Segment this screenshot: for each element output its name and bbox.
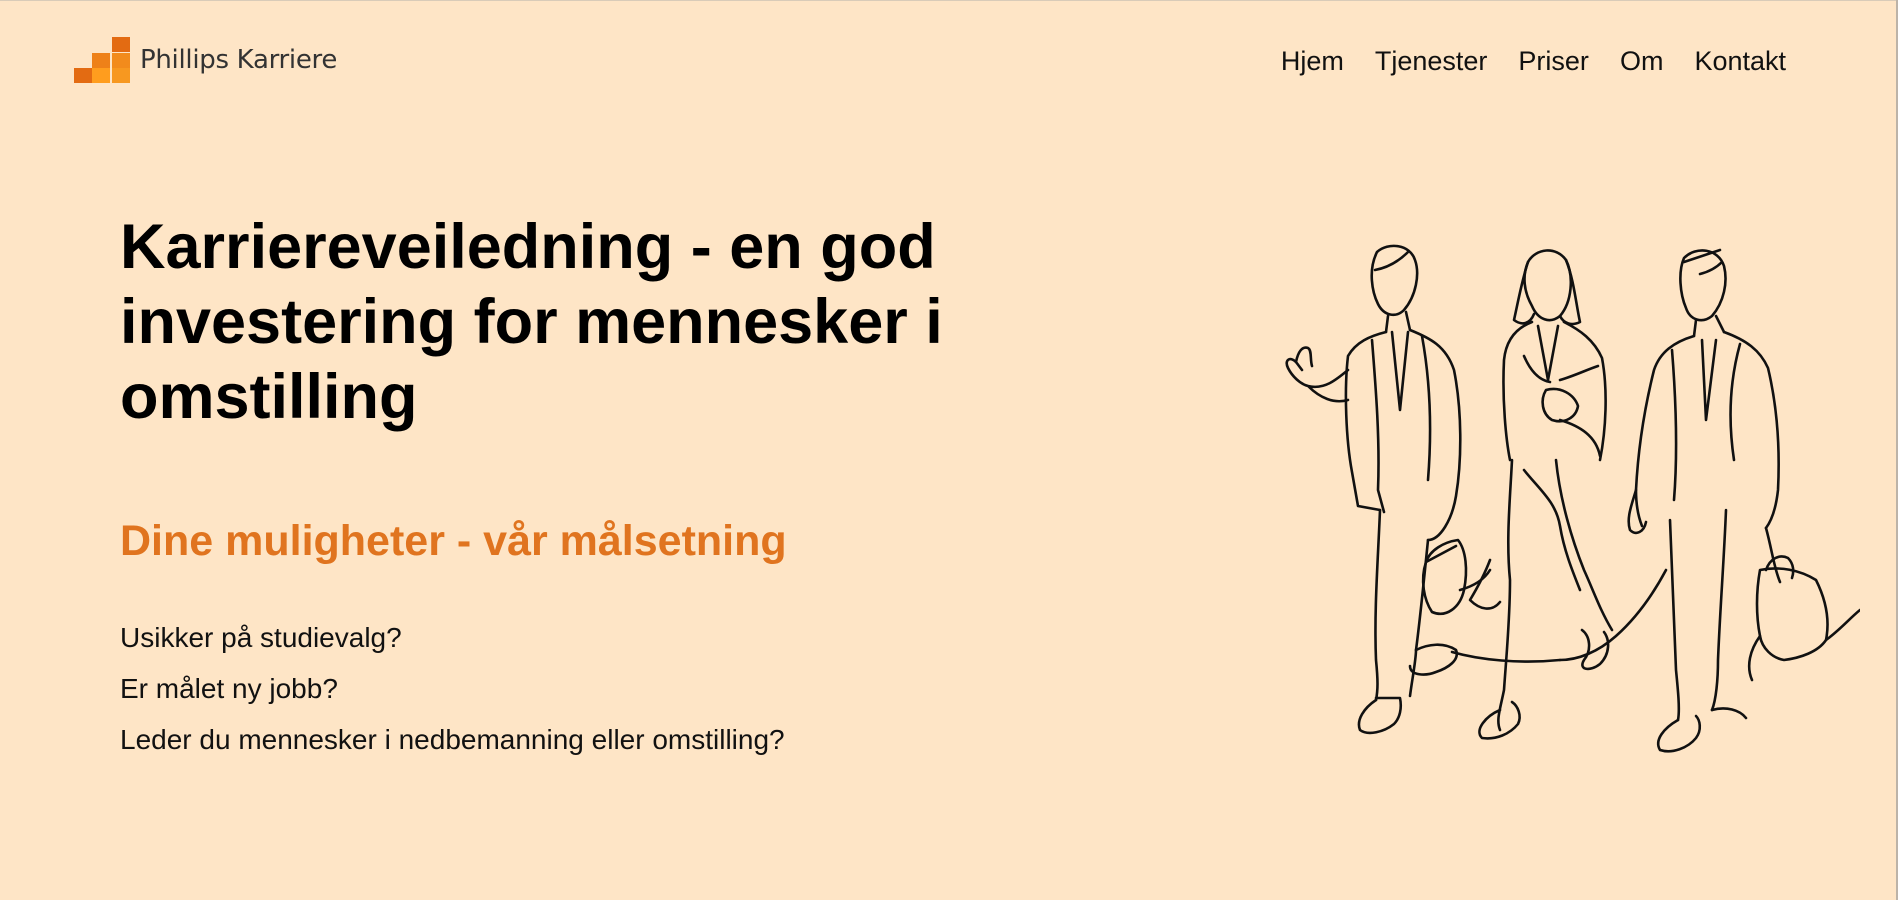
hero-title: Karriereveiledning - en god investering …: [120, 212, 943, 432]
nav-item-kontakt[interactable]: Kontakt: [1694, 46, 1786, 77]
person-right-figure: [1558, 248, 1860, 753]
hero-subtitle: Dine muligheter - vår målsetning: [120, 517, 787, 565]
question-item: Leder du mennesker i nedbemanning eller …: [120, 724, 785, 755]
top-border: [0, 0, 1898, 1]
question-item: Er målet ny jobb?: [120, 673, 338, 704]
question-list: Usikker på studievalg? Er målet ny jobb?…: [120, 612, 785, 765]
nav-item-om[interactable]: Om: [1620, 46, 1664, 77]
nav-item-priser[interactable]: Priser: [1518, 46, 1589, 77]
logo-steps-icon: [74, 37, 130, 83]
main-nav: Hjem Tjenester Priser Om Kontakt: [1281, 46, 1786, 77]
question-item: Usikker på studievalg?: [120, 622, 402, 653]
logo-link[interactable]: Phillips Karriere: [74, 37, 337, 83]
people-walking-line-art-icon: [1285, 244, 1860, 753]
nav-item-hjem[interactable]: Hjem: [1281, 46, 1344, 77]
logo-text: Phillips Karriere: [140, 45, 338, 75]
person-left-figure: [1285, 244, 1492, 735]
nav-item-tjenester[interactable]: Tjenester: [1375, 46, 1488, 77]
person-middle-figure: [1450, 249, 1614, 740]
